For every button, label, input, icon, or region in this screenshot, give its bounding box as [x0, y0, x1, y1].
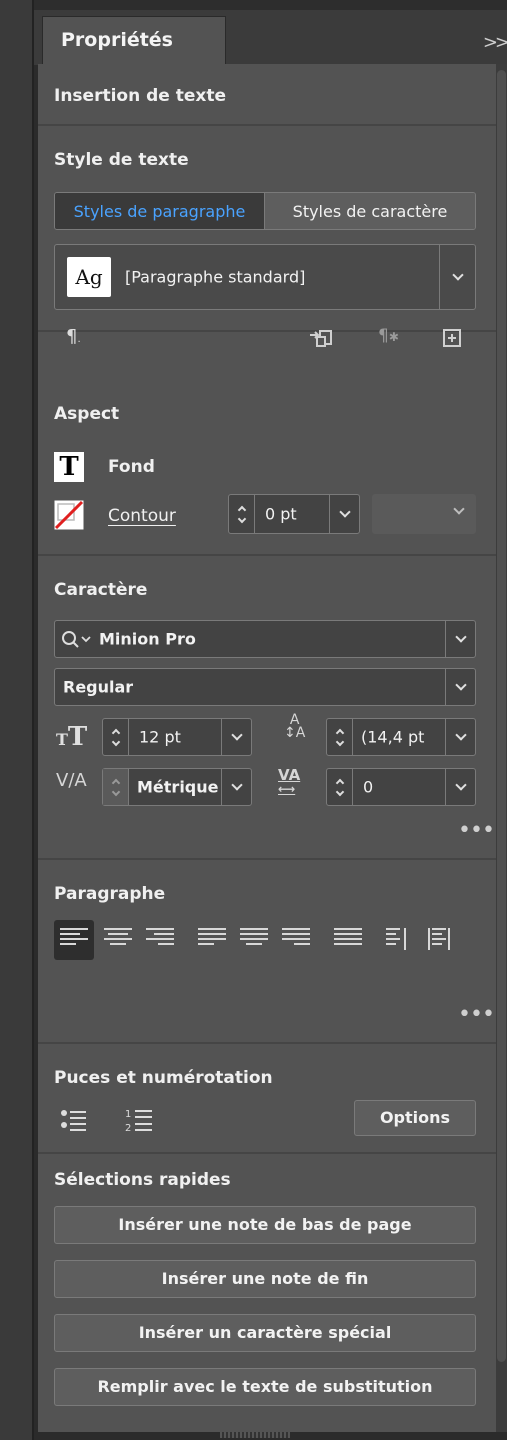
panel-scrollbar[interactable] — [496, 64, 507, 1432]
character-title: Caractère — [54, 580, 148, 600]
tracking-icon: VA ⟷ — [278, 766, 301, 796]
insert-special-character-button[interactable]: Insérer un caractère spécial — [54, 1314, 476, 1352]
stroke-none-swatch-icon[interactable] — [54, 500, 84, 530]
chevron-down-icon[interactable] — [221, 719, 251, 755]
selected-style-label: [Paragraphe standard] — [125, 267, 306, 287]
font-style-value: Regular — [63, 677, 134, 697]
svg-text:2: 2 — [125, 1123, 131, 1134]
font-size-stepper[interactable] — [103, 719, 129, 755]
align-center-icon[interactable] — [104, 928, 132, 956]
leading-stepper[interactable] — [327, 719, 353, 755]
numbered-list-icon[interactable]: 1 2 — [124, 1106, 154, 1134]
font-size-value: 12 pt — [139, 727, 181, 747]
more-options-icon[interactable]: ••• — [458, 1002, 495, 1027]
justify-right-icon[interactable] — [282, 928, 310, 956]
quick-actions-section: Sélections rapides Insérer une note de b… — [38, 1154, 496, 1432]
text-style-section: Style de texte Styles de paragraphe Styl… — [38, 126, 496, 347]
text-style-title: Style de texte — [54, 150, 189, 170]
stroke-weight-field[interactable]: 0 pt — [228, 494, 360, 534]
character-section: Caractère Minion Pro Regular TT 12 pt A ↕… — [38, 556, 496, 860]
justify-all-icon[interactable] — [334, 928, 362, 956]
leading-field[interactable]: (14,4 pt — [326, 718, 476, 756]
panel-tab-bar: Propriétés >> — [34, 10, 507, 68]
top-frame — [34, 0, 507, 10]
stroke-weight-stepper[interactable] — [229, 495, 255, 533]
bullets-section: Puces et numérotation 1 2 Options — [38, 1044, 496, 1154]
align-left-button[interactable] — [54, 920, 94, 960]
chevron-down-icon[interactable] — [445, 669, 475, 705]
align-left-icon — [60, 928, 88, 956]
tracking-field[interactable]: 0 — [326, 768, 476, 806]
kerning-value: Métrique — [137, 777, 219, 797]
properties-panel: Insertion de texte Style de texte Styles… — [38, 64, 496, 1432]
font-family-value: Minion Pro — [99, 629, 196, 649]
chevron-down-icon[interactable] — [445, 621, 475, 657]
leading-icon: A ↕A — [284, 712, 306, 741]
fill-placeholder-text-button[interactable]: Remplir avec le texte de substitution — [54, 1368, 476, 1406]
kerning-stepper[interactable] — [103, 769, 129, 805]
insert-footnote-button[interactable]: Insérer une note de bas de page — [54, 1206, 476, 1244]
tab-label: Propriétés — [61, 29, 173, 51]
align-right-icon[interactable] — [146, 928, 174, 956]
fill-label: Fond — [108, 457, 155, 477]
insertion-section: Insertion de texte — [38, 64, 496, 126]
chevron-down-icon[interactable] — [439, 245, 475, 309]
insert-endnote-button[interactable]: Insérer une note de fin — [54, 1260, 476, 1298]
align-away-spine-icon[interactable] — [428, 928, 450, 956]
aspect-section: Aspect T Fond Contour 0 pt — [38, 332, 496, 556]
style-tabs: Styles de paragraphe Styles de caractère — [54, 192, 476, 230]
justify-center-icon[interactable] — [240, 928, 268, 956]
font-size-field[interactable]: 12 pt — [102, 718, 252, 756]
scrollbar-thumb[interactable] — [497, 70, 506, 1362]
kerning-field[interactable]: Métrique — [102, 768, 252, 806]
more-options-icon[interactable]: ••• — [458, 818, 495, 843]
tracking-stepper[interactable] — [327, 769, 353, 805]
stroke-weight-value: 0 pt — [265, 504, 297, 524]
aspect-title: Aspect — [54, 404, 120, 424]
search-icon[interactable] — [61, 630, 95, 650]
font-family-field[interactable]: Minion Pro — [54, 620, 476, 658]
paragraph-section: Paragraphe ••• — [38, 860, 496, 1044]
bullets-title: Puces et numérotation — [54, 1068, 273, 1088]
insertion-title: Insertion de texte — [54, 86, 227, 106]
font-style-field[interactable]: Regular — [54, 668, 476, 706]
justify-left-icon[interactable] — [198, 928, 226, 956]
chevron-down-icon[interactable] — [445, 769, 475, 805]
chevron-down-icon — [453, 503, 465, 515]
svg-text:1: 1 — [125, 1109, 131, 1120]
tab-properties[interactable]: Propriétés — [42, 16, 226, 68]
bullet-options-button[interactable]: Options — [354, 1100, 476, 1136]
align-toward-spine-icon[interactable] — [386, 928, 408, 956]
tab-character-styles[interactable]: Styles de caractère — [265, 193, 475, 229]
paragraph-title: Paragraphe — [54, 884, 166, 904]
stroke-link[interactable]: Contour — [108, 506, 176, 526]
style-preview-swatch: Ag — [67, 257, 111, 297]
resize-grip[interactable] — [220, 1432, 290, 1438]
tracking-value: 0 — [363, 777, 374, 797]
text-fill-icon[interactable]: T — [54, 452, 84, 482]
quick-actions-title: Sélections rapides — [54, 1170, 231, 1190]
double-chevron-right-icon[interactable]: >> — [483, 32, 507, 53]
kerning-icon: V/A — [56, 770, 87, 791]
tab-paragraph-styles[interactable]: Styles de paragraphe — [55, 193, 265, 229]
bulleted-list-icon[interactable] — [60, 1108, 88, 1132]
paragraph-style-dropdown[interactable]: Ag [Paragraphe standard] — [54, 244, 476, 310]
stroke-type-dropdown[interactable] — [372, 494, 476, 534]
chevron-down-icon[interactable] — [445, 719, 475, 755]
chevron-down-icon[interactable] — [221, 769, 251, 805]
left-frame — [0, 0, 34, 1440]
font-size-icon: TT — [56, 722, 88, 752]
leading-value: (14,4 pt — [361, 727, 425, 747]
chevron-down-icon[interactable] — [329, 495, 359, 533]
